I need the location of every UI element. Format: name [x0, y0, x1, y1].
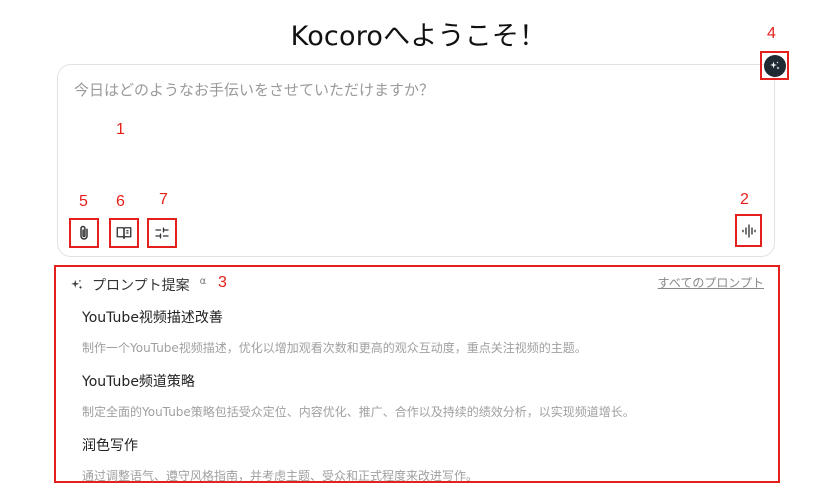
- annotation-label-1: 1: [116, 121, 125, 138]
- prompt-description: 通过调整语气、遵守风格指南，并考虑主题、受众和正式程度来改进写作。: [82, 469, 479, 483]
- annotation-label-4: 4: [767, 25, 776, 42]
- prompt-title: YouTube视频描述改善: [82, 310, 223, 326]
- see-all-prompts-link[interactable]: すべてのプロンプト: [658, 274, 764, 291]
- prompt-suggestions-label: プロンプト提案: [92, 278, 190, 294]
- alpha-badge: α: [199, 275, 207, 287]
- sliders-icon: [155, 227, 169, 239]
- settings-button[interactable]: [147, 218, 177, 248]
- prompt-description: 制作一个YouTube视频描述，优化以增加观看次数和更高的观众互动度，重点关注视…: [82, 341, 587, 355]
- paperclip-icon: [80, 225, 88, 240]
- prompt-suggestions-header: プロンプト提案 α: [70, 275, 206, 295]
- library-button[interactable]: [109, 218, 139, 248]
- annotation-label-2: 2: [740, 191, 749, 208]
- magic-button[interactable]: [760, 51, 789, 80]
- voice-button[interactable]: [735, 214, 762, 247]
- waveform-icon: [741, 223, 756, 238]
- annotation-label-5: 5: [79, 193, 88, 210]
- sparkle-icon: [71, 279, 83, 290]
- prompt-item[interactable]: YouTube频道策略 制定全面的YouTube策略包括受众定位、内容优化、推广…: [82, 371, 635, 420]
- prompt-title: YouTube频道策略: [82, 374, 195, 390]
- chat-input-placeholder[interactable]: 今日はどのようなお手伝いをさせていただけますか？: [74, 79, 434, 100]
- annotation-label-7: 7: [159, 191, 168, 208]
- prompt-item[interactable]: YouTube视频描述改善 制作一个YouTube视频描述，优化以增加观看次数和…: [82, 307, 587, 356]
- prompt-title: 润色写作: [82, 438, 138, 454]
- book-icon: [116, 227, 132, 239]
- sparkle-icon: [763, 54, 786, 77]
- prompt-suggestions-panel: プロンプト提案 α すべてのプロンプト YouTube视频描述改善 制作一个Yo…: [54, 265, 780, 483]
- prompt-item[interactable]: 润色写作 通过调整语气、遵守风格指南，并考虑主题、受众和正式程度来改进写作。: [82, 435, 478, 484]
- page-title: Kocoroへようこそ！: [290, 21, 547, 52]
- prompt-description: 制定全面的YouTube策略包括受众定位、内容优化、推广、合作以及持续的绩效分析…: [82, 405, 635, 419]
- attach-button[interactable]: [69, 218, 99, 248]
- annotation-label-6: 6: [116, 193, 125, 210]
